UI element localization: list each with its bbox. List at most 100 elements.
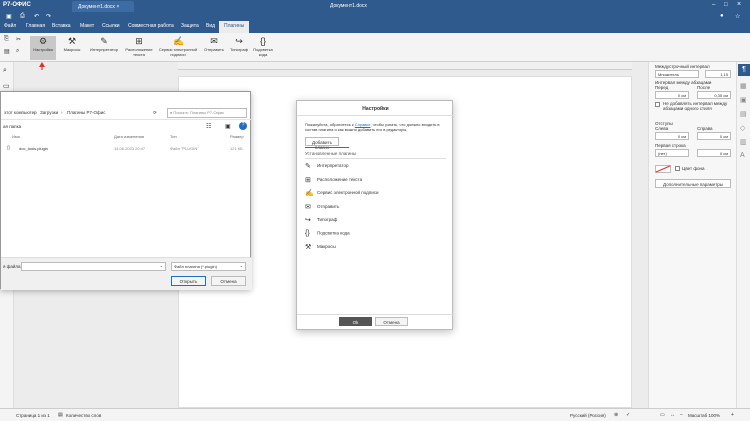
shape-icon[interactable]: ◇ — [740, 124, 745, 132]
column-size[interactable]: Размер — [230, 134, 244, 139]
image-icon[interactable]: ▣ — [740, 96, 747, 104]
breadcrumb-item[interactable]: Загрузки — [40, 110, 58, 115]
tab-insert[interactable]: Вставка — [52, 23, 71, 29]
typograph-icon: ↪ — [305, 217, 311, 224]
no-fill-icon[interactable] — [655, 165, 671, 173]
macros-button[interactable]: ⚒ Макросы — [60, 36, 84, 60]
code-highlight-button[interactable]: {} Подсветка кода — [250, 36, 276, 60]
filename-input[interactable]: ⌄ — [21, 262, 166, 271]
plugin-item[interactable]: ⚒ Макросы — [305, 243, 336, 251]
search-input[interactable]: ⌕ Поиск в: Плагины Р7-Офис — [167, 108, 247, 118]
minimize-icon[interactable]: – — [712, 2, 715, 8]
text-layout-icon: ⊞ — [135, 36, 143, 46]
settings-button[interactable]: ⚙ Настройки — [30, 36, 56, 60]
paragraph-icon[interactable]: ¶ — [738, 64, 750, 76]
add-plugin-button[interactable]: Добавить плагин — [305, 137, 339, 150]
tab-view[interactable]: Вид — [206, 23, 215, 29]
before-input[interactable]: 0 см — [655, 91, 689, 99]
user-icon[interactable]: ● — [720, 13, 724, 19]
close-window-icon[interactable]: × — [737, 1, 741, 8]
line-spacing-select[interactable]: Множитель — [655, 70, 699, 78]
plugin-item[interactable]: ✍ Сервис электронной подписи — [305, 189, 379, 197]
zoom-out-icon[interactable]: − — [680, 412, 683, 418]
undo-icon[interactable]: ↶ — [34, 13, 39, 20]
ruler[interactable] — [178, 62, 632, 70]
copy-icon[interactable]: ⎘ — [4, 36, 9, 43]
tab-layout[interactable]: Макет — [80, 23, 94, 29]
tab-references[interactable]: Ссылки — [102, 23, 120, 29]
redo-icon[interactable]: ↷ — [46, 13, 51, 20]
fit-width-icon[interactable]: ↔ — [670, 412, 675, 418]
paste-icon[interactable]: ▤ — [4, 48, 10, 55]
interpreter-button[interactable]: ✎ Интерпретатор — [88, 36, 120, 60]
paragraph-settings-panel: Междустрочный интервал Множитель 1,15 Ин… — [648, 62, 736, 408]
spellcheck-icon[interactable]: ✓ — [626, 412, 630, 418]
cancel-button[interactable]: Отмена — [375, 317, 408, 326]
column-type[interactable]: Тип — [170, 134, 177, 139]
cancel-button[interactable]: Отмена — [211, 276, 246, 286]
advanced-settings-button[interactable]: Дополнительные параметры — [655, 179, 731, 188]
plugin-item[interactable]: {} Подсветка кода — [305, 230, 350, 237]
table-row[interactable]: ▯ doc_tools.plugin 14.06.2023 20:47 Файл… — [5, 144, 248, 153]
line-spacing-input[interactable]: 1,15 — [705, 70, 731, 78]
header-footer-icon[interactable]: ▤ — [740, 110, 747, 118]
language-icon[interactable]: ⊕ — [614, 412, 618, 418]
tab-plugins[interactable]: Плагины — [219, 21, 250, 33]
chart-icon[interactable]: ▥ — [740, 138, 747, 146]
status-bar: Страница 1 из 1 ▤ Количество слов Русски… — [0, 408, 750, 421]
table-icon[interactable]: ▦ — [740, 82, 747, 90]
esign-icon: ✍ — [305, 190, 314, 197]
breadcrumb-item[interactable]: Плагины Р7-Офис — [67, 110, 105, 115]
word-count-icon: ▤ — [58, 412, 63, 418]
left-indent-input[interactable]: 0 см — [655, 132, 689, 140]
no-interval-checkbox[interactable] — [655, 102, 660, 107]
preview-pane-icon[interactable]: ▣ — [225, 123, 231, 130]
zoom-in-icon[interactable]: + — [731, 412, 734, 418]
print-icon[interactable]: ⎙ — [20, 13, 25, 20]
breadcrumb-item[interactable]: этот компьютер — [4, 110, 37, 115]
new-folder-button[interactable]: ая папка — [3, 124, 21, 129]
page-counter[interactable]: Страница 1 из 1 — [16, 413, 50, 418]
fit-page-icon[interactable]: ▭ — [660, 412, 665, 418]
refresh-icon[interactable]: ⟳ — [153, 110, 157, 116]
column-name[interactable]: Имя — [12, 134, 20, 139]
plugin-item[interactable]: ✎ Интерпретатор — [305, 162, 348, 170]
ok-button[interactable]: Ok — [339, 317, 372, 326]
right-indent-input[interactable]: 0 см — [697, 132, 731, 140]
save-icon[interactable]: ▣ — [6, 13, 12, 20]
first-line-select[interactable]: (нет) — [655, 149, 689, 157]
tab-file[interactable]: Файл — [4, 23, 16, 29]
tab-collaboration[interactable]: Совместная работа — [128, 23, 174, 29]
comments-icon[interactable]: ▭ — [3, 82, 10, 90]
send-button[interactable]: ✉ Отправить — [202, 36, 226, 60]
open-button[interactable]: Открыть — [171, 276, 206, 286]
file-date: 14.06.2023 20:47 — [114, 146, 146, 151]
bg-color-checkbox[interactable] — [675, 166, 680, 171]
column-date[interactable]: Дата изменения — [114, 134, 144, 139]
plugin-item[interactable]: ↪ Типограф — [305, 216, 337, 224]
plugin-item[interactable]: ⊞ Расположение текста — [305, 176, 362, 184]
word-count[interactable]: Количество слов — [66, 413, 101, 418]
esign-icon: ✍ — [173, 36, 185, 46]
after-input[interactable]: 0,35 см — [697, 91, 731, 99]
star-icon[interactable]: ☆ — [735, 13, 740, 20]
textart-icon[interactable]: A — [740, 152, 745, 159]
help-icon[interactable]: ? — [239, 122, 247, 130]
maximize-icon[interactable]: □ — [724, 2, 728, 8]
esign-button[interactable]: ✍ Сервис электронной подписи — [156, 36, 200, 60]
tab-protection[interactable]: Защита — [181, 23, 199, 29]
view-icon[interactable]: ☷ — [206, 123, 211, 130]
language[interactable]: Русский (Россия) — [570, 413, 606, 418]
first-line-input[interactable]: 0 см — [697, 149, 731, 157]
filetype-select[interactable]: Файл плагина (*.plugin) ⌄ — [171, 262, 246, 271]
plugin-item[interactable]: ✉ Отправить — [305, 203, 339, 211]
cut-icon[interactable]: ✂ — [16, 36, 21, 43]
document-tab[interactable]: Документ1.docx × — [72, 1, 134, 12]
format-painter-icon[interactable]: ⌕ — [16, 48, 19, 55]
plugin-label: Интерпретатор — [317, 163, 349, 169]
typograph-button[interactable]: ↪ Типограф — [228, 36, 250, 60]
close-icon[interactable]: × — [116, 4, 119, 10]
search-icon[interactable]: ⌕ — [3, 67, 7, 75]
text-layout-button[interactable]: ⊞ Расположение текста — [122, 36, 156, 60]
tab-home[interactable]: Главная — [26, 23, 45, 29]
